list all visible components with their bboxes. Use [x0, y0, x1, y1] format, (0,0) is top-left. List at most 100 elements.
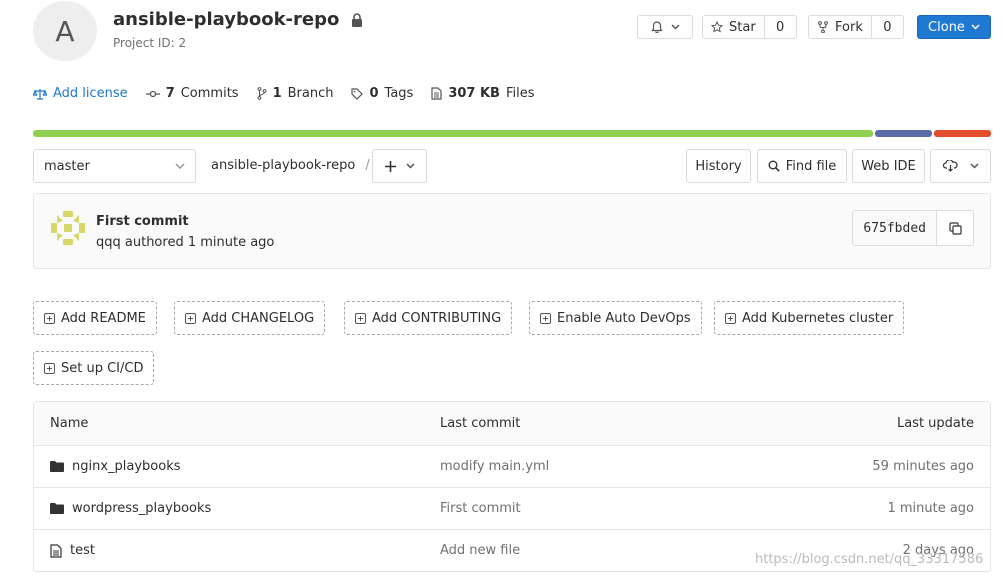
row-last-commit[interactable]: First commit	[424, 501, 794, 516]
web-ide-button[interactable]: Web IDE	[852, 149, 925, 183]
add-changelog-button[interactable]: Add CHANGELOG	[174, 301, 326, 335]
clone-button[interactable]: Clone	[917, 15, 991, 39]
branch-label: Branch	[287, 86, 334, 101]
file-tree-table: Name Last commit Last update nginx_playb…	[33, 401, 991, 572]
add-kubernetes-cluster-label: Add Kubernetes cluster	[742, 310, 894, 326]
plus-square-icon	[540, 312, 551, 324]
add-kubernetes-cluster-button[interactable]: Add Kubernetes cluster	[714, 301, 905, 335]
language-bar[interactable]	[33, 130, 991, 137]
plus-icon	[384, 160, 396, 172]
fork-icon	[818, 21, 828, 33]
project-id: Project ID: 2	[113, 36, 187, 50]
fork-label: Fork	[835, 19, 863, 35]
copy-sha-button[interactable]	[937, 211, 973, 245]
commits-link[interactable]: 7 Commits	[145, 86, 239, 101]
star-count[interactable]: 0	[763, 16, 796, 38]
fork-count[interactable]: 0	[870, 16, 903, 38]
add-contributing-label: Add CONTRIBUTING	[372, 310, 502, 326]
add-license-label: Add license	[53, 86, 128, 101]
star-button-group: Star 0	[702, 15, 797, 39]
last-commit-panel: First commit qqq authored 1 minute ago 6…	[33, 193, 991, 269]
chevron-down-icon	[971, 24, 980, 30]
notification-dropdown[interactable]	[637, 15, 693, 39]
user-avatar[interactable]	[51, 211, 85, 245]
history-button[interactable]: History	[686, 149, 751, 183]
folder-icon	[50, 461, 64, 472]
commit-sha-group: 675fbded	[852, 210, 974, 246]
commit-title[interactable]: First commit	[96, 214, 189, 229]
scale-icon	[33, 88, 47, 100]
web-ide-label: Web IDE	[861, 158, 916, 174]
find-file-button[interactable]: Find file	[757, 149, 847, 183]
row-last-update: 1 minute ago	[887, 501, 974, 516]
download-dropdown[interactable]	[930, 149, 991, 183]
enable-auto-devops-button[interactable]: Enable Auto DevOps	[529, 301, 702, 335]
row-last-update: 59 minutes ago	[872, 459, 974, 474]
header-last-commit: Last commit	[440, 416, 521, 431]
bell-icon	[650, 21, 663, 33]
files-size: 307 KB	[448, 86, 500, 101]
commit-sha[interactable]: 675fbded	[853, 211, 937, 245]
branch-select[interactable]: master	[33, 149, 196, 183]
branch-count: 1	[272, 86, 282, 101]
language-segment[interactable]	[934, 130, 991, 137]
clone-label: Clone	[928, 19, 965, 35]
row-name[interactable]: test	[70, 543, 95, 558]
plus-square-icon	[44, 312, 55, 324]
plus-square-icon	[44, 362, 55, 374]
search-icon	[768, 160, 780, 172]
find-file-label: Find file	[785, 158, 837, 174]
commit-icon	[145, 90, 160, 97]
chevron-down-icon	[175, 163, 185, 169]
row-name-cell: wordpress_playbooks	[34, 501, 424, 516]
row-name[interactable]: nginx_playbooks	[72, 459, 181, 474]
header-name: Name	[50, 416, 89, 431]
add-readme-button[interactable]: Add README	[33, 301, 157, 335]
project-name[interactable]: ansible-playbook-repo	[113, 9, 339, 30]
table-row[interactable]: nginx_playbooks modify main.yml 59 minut…	[34, 445, 990, 487]
add-readme-label: Add README	[61, 310, 146, 326]
header-last-update: Last update	[896, 416, 974, 431]
setup-cicd-button[interactable]: Set up CI/CD	[33, 351, 155, 385]
plus-square-icon	[725, 312, 736, 324]
row-last-commit[interactable]: modify main.yml	[424, 459, 794, 474]
branch-icon	[257, 87, 266, 100]
branches-link[interactable]: 1 Branch	[257, 86, 334, 101]
row-name-cell: test	[34, 543, 424, 558]
plus-square-icon	[185, 312, 196, 324]
tags-link[interactable]: 0 Tags	[351, 86, 413, 101]
add-license-link[interactable]: Add license	[33, 86, 128, 101]
chevron-down-icon	[405, 163, 415, 169]
row-name[interactable]: wordpress_playbooks	[72, 501, 211, 516]
files-link[interactable]: 307 KB Files	[431, 86, 535, 101]
table-row[interactable]: wordpress_playbooks First commit 1 minut…	[34, 487, 990, 529]
plus-square-icon	[355, 312, 366, 324]
fork-button[interactable]: Fork	[809, 16, 871, 38]
star-label: Star	[729, 19, 756, 35]
commit-meta: qqq authored 1 minute ago	[96, 235, 275, 250]
folder-icon	[50, 503, 64, 514]
language-segment[interactable]	[875, 130, 932, 137]
breadcrumb-root[interactable]: ansible-playbook-repo	[211, 158, 355, 173]
star-button[interactable]: Star	[703, 16, 764, 38]
tag-icon	[351, 87, 364, 100]
commits-label: Commits	[180, 86, 239, 101]
add-file-dropdown[interactable]	[372, 149, 427, 183]
watermark-text: https://blog.csdn.net/qq_33317586	[755, 552, 984, 567]
file-text-icon	[50, 543, 62, 558]
chevron-down-icon	[670, 24, 680, 30]
lock-icon	[352, 12, 363, 27]
add-contributing-button[interactable]: Add CONTRIBUTING	[344, 301, 513, 335]
project-stats: Add license 7 Commits 1 Branch 0 Tags 30…	[33, 86, 535, 101]
cloud-download-icon	[942, 160, 958, 172]
history-label: History	[695, 158, 742, 174]
project-title: ansible-playbook-repo	[113, 9, 363, 30]
commits-count: 7	[165, 86, 175, 101]
row-last-commit[interactable]: Add new file	[424, 543, 794, 558]
tags-count: 0	[369, 86, 379, 101]
language-segment[interactable]	[33, 130, 873, 137]
setup-cicd-label: Set up CI/CD	[61, 360, 144, 376]
breadcrumb: ansible-playbook-repo /	[211, 158, 370, 173]
tags-label: Tags	[384, 86, 414, 101]
add-changelog-label: Add CHANGELOG	[202, 310, 315, 326]
